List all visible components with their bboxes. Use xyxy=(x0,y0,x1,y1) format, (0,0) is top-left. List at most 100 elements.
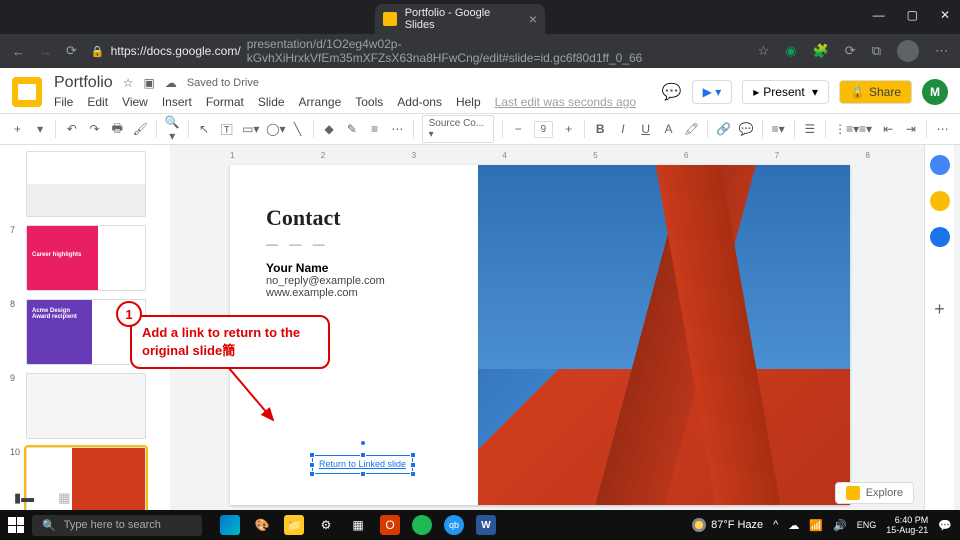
slide-thumb-6[interactable] xyxy=(26,151,146,217)
task-palette-icon[interactable]: 🎨 xyxy=(252,515,272,535)
sync-icon[interactable]: ⟳ xyxy=(845,43,856,59)
zoom-icon[interactable]: 🔍▾ xyxy=(165,115,180,143)
present-button[interactable]: ▸ Present ▾ xyxy=(742,80,829,104)
comment-icon[interactable]: 💬 xyxy=(739,122,754,136)
menu-tools[interactable]: Tools xyxy=(355,95,383,109)
contact-website[interactable]: www.example.com xyxy=(266,287,462,299)
last-edit-link[interactable]: Last edit was seconds ago xyxy=(495,95,636,109)
select-icon[interactable]: ↖ xyxy=(197,122,212,136)
indent-out-icon[interactable]: ⇤ xyxy=(881,122,896,136)
forward-icon[interactable]: → xyxy=(39,44,52,59)
contact-name[interactable]: Your Name xyxy=(266,261,462,275)
slide-heading[interactable]: Contact xyxy=(266,205,462,231)
border-weight-icon[interactable]: ≡ xyxy=(367,122,382,136)
font-select[interactable]: Source Co... ▾ xyxy=(422,115,494,143)
menu-arrange[interactable]: Arrange xyxy=(299,95,342,109)
task-qb-icon[interactable]: qb xyxy=(444,515,464,535)
image-icon[interactable]: ▭▾ xyxy=(242,122,258,136)
undo-icon[interactable]: ↶ xyxy=(64,122,79,136)
menu-view[interactable]: View xyxy=(122,95,148,109)
shape-icon[interactable]: ◯▾ xyxy=(266,122,282,136)
slideshow-dropdown[interactable]: ▶ ▾ xyxy=(692,80,733,104)
paint-format-icon[interactable]: 🖌 xyxy=(133,122,148,136)
doc-title[interactable]: Portfolio xyxy=(54,74,113,92)
menu-icon[interactable]: ⋯ xyxy=(935,43,948,59)
underline-icon[interactable]: U xyxy=(638,122,653,136)
favorite-icon[interactable]: ☆ xyxy=(758,43,770,59)
maximize-icon[interactable]: ▢ xyxy=(907,8,918,22)
tray-chevron-icon[interactable]: ^ xyxy=(773,519,778,531)
tray-notifications-icon[interactable]: 💬 xyxy=(938,519,952,532)
line-icon[interactable]: ╲ xyxy=(290,122,305,136)
new-slide-icon[interactable]: + xyxy=(10,122,25,136)
task-settings-icon[interactable]: ⚙ xyxy=(316,515,336,535)
task-explorer-icon[interactable]: 📁 xyxy=(284,515,304,535)
profile-avatar-icon[interactable] xyxy=(897,40,919,62)
calendar-icon[interactable] xyxy=(930,155,950,175)
highlight-icon[interactable]: 🖍 xyxy=(684,122,699,136)
slide-thumb-7[interactable]: Career highlights xyxy=(26,225,146,291)
grid-view-icon[interactable]: ▦ xyxy=(58,490,70,506)
bold-icon[interactable]: B xyxy=(593,122,608,136)
tray-wifi-icon[interactable]: 📶 xyxy=(809,519,823,532)
increase-size-icon[interactable]: + xyxy=(561,122,576,136)
task-word-icon[interactable]: W xyxy=(476,515,496,535)
textbox-icon[interactable]: 🅃 xyxy=(219,121,234,138)
text-color-icon[interactable]: A xyxy=(661,122,676,136)
filmstrip-view-icon[interactable]: ▮▬ xyxy=(14,490,34,506)
link-icon[interactable]: 🔗 xyxy=(716,122,731,136)
clock[interactable]: 6:40 PM15-Aug-21 xyxy=(886,515,928,535)
task-spotify-icon[interactable] xyxy=(412,515,432,535)
border-color-icon[interactable]: ✎ xyxy=(344,122,359,136)
decrease-size-icon[interactable]: − xyxy=(511,122,526,136)
font-size-input[interactable]: 9 xyxy=(534,121,554,138)
menu-edit[interactable]: Edit xyxy=(87,95,108,109)
dropdown-icon[interactable]: ▾ xyxy=(33,122,48,136)
start-button[interactable] xyxy=(8,517,24,533)
explore-button[interactable]: Explore xyxy=(835,482,914,504)
contact-email[interactable]: no_reply@example.com xyxy=(266,275,462,287)
comments-icon[interactable]: 💬 xyxy=(662,82,682,102)
collections-icon[interactable]: ⧉ xyxy=(872,43,881,59)
add-addon-icon[interactable]: + xyxy=(934,299,945,320)
line-spacing-icon[interactable]: ☰ xyxy=(802,122,817,136)
indent-in-icon[interactable]: ⇥ xyxy=(904,122,919,136)
user-avatar[interactable]: M xyxy=(922,79,948,105)
more-icon[interactable]: ⋯ xyxy=(935,122,950,136)
redo-icon[interactable]: ↷ xyxy=(87,122,102,136)
menu-addons[interactable]: Add-ons xyxy=(397,95,442,109)
print-icon[interactable]: 🖶 xyxy=(110,119,125,140)
minimize-icon[interactable]: — xyxy=(873,8,885,22)
weather-widget[interactable]: 87°F Haze xyxy=(692,518,763,532)
extension-icon[interactable]: ◉ xyxy=(785,43,796,59)
browser-tab[interactable]: Portfolio - Google Slides × xyxy=(375,4,545,34)
menu-help[interactable]: Help xyxy=(456,95,481,109)
border-dash-icon[interactable]: ⋯ xyxy=(390,122,405,136)
move-folder-icon[interactable]: ▣ xyxy=(143,76,154,90)
menu-insert[interactable]: Insert xyxy=(162,95,192,109)
tasks-icon[interactable] xyxy=(930,227,950,247)
menu-slide[interactable]: Slide xyxy=(258,95,285,109)
slides-logo-icon[interactable] xyxy=(12,77,42,107)
menu-file[interactable]: File xyxy=(54,95,73,109)
refresh-icon[interactable]: ⟳ xyxy=(66,43,77,59)
close-window-icon[interactable]: ✕ xyxy=(940,8,950,22)
fill-color-icon[interactable]: ◆ xyxy=(322,122,337,136)
number-list-icon[interactable]: ≡▾ xyxy=(858,122,873,136)
task-app-icon[interactable]: ▦ xyxy=(348,515,368,535)
task-office-icon[interactable]: O xyxy=(380,515,400,535)
star-icon[interactable]: ☆ xyxy=(123,76,134,90)
close-tab-icon[interactable]: × xyxy=(529,11,537,27)
taskbar-search[interactable]: 🔍 Type here to search xyxy=(32,515,202,536)
tray-volume-icon[interactable]: 🔊 xyxy=(833,519,847,532)
keep-icon[interactable] xyxy=(930,191,950,211)
slide-thumb-9[interactable] xyxy=(26,373,146,439)
align-icon[interactable]: ≡▾ xyxy=(771,122,786,136)
task-edge-icon[interactable] xyxy=(220,515,240,535)
tray-lang-icon[interactable]: ENG xyxy=(857,520,877,530)
share-button[interactable]: 🔒 Share xyxy=(839,80,912,104)
tray-onedrive-icon[interactable]: ☁ xyxy=(788,519,799,532)
menu-format[interactable]: Format xyxy=(206,95,244,109)
italic-icon[interactable]: I xyxy=(616,122,631,136)
slide-image[interactable] xyxy=(478,165,850,505)
